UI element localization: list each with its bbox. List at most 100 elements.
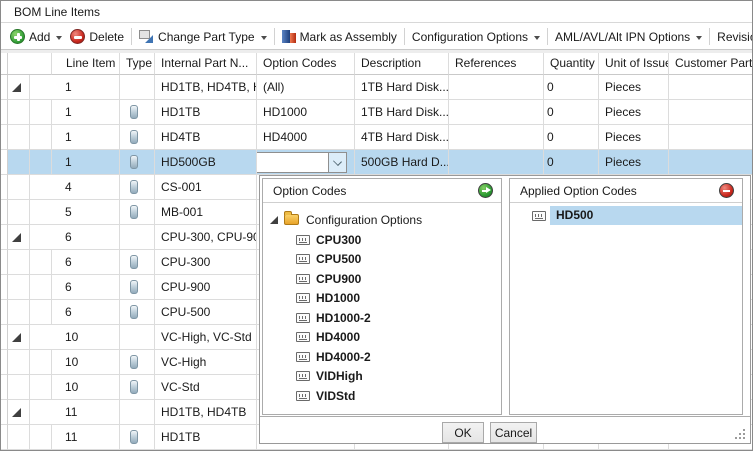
part-icon [130, 205, 138, 219]
ok-button[interactable]: OK [442, 422, 484, 443]
column-header-type[interactable]: Type [120, 53, 155, 75]
tree-item-label: HD4000-2 [316, 350, 371, 364]
toolbar-button-label: Change Part Type [158, 30, 255, 44]
cell-type [120, 400, 155, 425]
cell-type [120, 425, 155, 450]
tree-item-cpu900[interactable]: CPU900 [263, 269, 501, 289]
option-codes-combobox[interactable] [257, 152, 347, 173]
toolbar-separator [547, 28, 548, 45]
cell-line-item: 5 [52, 200, 120, 225]
cell-type [120, 325, 155, 350]
tree-item-cpu300[interactable]: CPU300 [263, 230, 501, 250]
column-header-unit-of-issue[interactable]: Unit of Issue [599, 53, 669, 75]
resize-grip[interactable] [735, 429, 746, 440]
apply-option-code-button[interactable] [478, 183, 493, 198]
tree-item-label: VIDHigh [316, 369, 363, 383]
tree-item-hd1000[interactable]: HD1000 [263, 289, 501, 309]
column-header-line-item[interactable]: Line Item [52, 53, 120, 75]
cell-line-item: 1 [52, 125, 120, 150]
option-code-icon [296, 235, 310, 245]
cell-internal-part: CPU-300 [155, 250, 257, 275]
cell-quantity: 0 [544, 75, 599, 100]
row-expander-icon[interactable] [12, 333, 21, 342]
tree-item-hd1000-2[interactable]: HD1000-2 [263, 308, 501, 328]
tree-item-label: CPU500 [316, 252, 361, 266]
cell-line-item: 6 [52, 300, 120, 325]
toolbar-button-add[interactable]: Add [6, 26, 66, 48]
row-gutter [1, 400, 8, 425]
cell-internal-part: HD1TB, HD4TB [155, 400, 257, 425]
column-header-description[interactable]: Description [355, 53, 449, 75]
cell-internal-part: CPU-900 [155, 275, 257, 300]
row-gutter [1, 375, 8, 400]
table-row-1[interactable]: 1 HD1TB, HD4TB, H (All) 1TB Hard Disk...… [1, 75, 753, 100]
toolbar-button-aml-avl-alt-ipn-options[interactable]: AML/AVL/Alt IPN Options [551, 26, 706, 48]
row-gutter [1, 275, 8, 300]
tree-item-vidstd[interactable]: VIDStd [263, 386, 501, 406]
table-row-2[interactable]: 1 HD1TB HD1000 1TB Hard Disk... 0 Pieces [1, 100, 753, 125]
toolbar-button-configuration-options[interactable]: Configuration Options [408, 26, 544, 48]
column-header-option-codes[interactable]: Option Codes [257, 53, 355, 75]
row-expander-icon[interactable] [12, 233, 21, 242]
toolbar-button-label: Delete [89, 30, 124, 44]
cell-type [120, 100, 155, 125]
part-icon [130, 155, 138, 169]
option-code-icon [296, 371, 310, 381]
tree-item-vidhigh[interactable]: VIDHigh [263, 367, 501, 387]
toolbar-button-delete[interactable]: Delete [66, 26, 128, 48]
tree-item-hd4000[interactable]: HD4000 [263, 328, 501, 348]
column-header-references[interactable]: References [449, 53, 544, 75]
row-gutter [1, 425, 8, 450]
tree-item-label: HD4000 [316, 330, 360, 344]
column-header-internal-part[interactable]: Internal Part N... [155, 53, 257, 75]
cell-description: 1TB Hard Disk... [355, 75, 449, 100]
tree-node-configuration-options[interactable]: Configuration Options [263, 209, 501, 230]
column-header-customer-part[interactable]: Customer Part [669, 53, 753, 75]
cell-type [120, 75, 155, 100]
cell-customer-part [669, 100, 753, 125]
cell-customer-part [669, 150, 753, 175]
row-expander-icon[interactable] [12, 83, 21, 92]
part-icon [130, 130, 138, 144]
toolbar-separator [709, 28, 710, 45]
toolbar-button-label: AML/AVL/Alt IPN Options [555, 30, 690, 44]
toolbar-button-label: Mark as Assembly [300, 30, 397, 44]
tree-item-hd4000-2[interactable]: HD4000-2 [263, 347, 501, 367]
table-row-3[interactable]: 1 HD4TB HD4000 4TB Hard Disk... 0 Pieces [1, 125, 753, 150]
part-icon [130, 180, 138, 194]
cell-line-item: 11 [52, 425, 120, 450]
cell-line-item: 1 [52, 100, 120, 125]
tree-item-cpu500[interactable]: CPU500 [263, 250, 501, 270]
table-row-4[interactable]: 1 HD500GB 500GB Hard D... 0 Pieces [1, 150, 753, 175]
combobox-dropdown-button[interactable] [328, 153, 346, 172]
cell-internal-part: CPU-300, CPU-90 [155, 225, 257, 250]
cell-type [120, 375, 155, 400]
dropdown-caret-icon [534, 36, 540, 40]
applied-option-code-hd500[interactable]: HD500 [510, 206, 742, 225]
cell-line-item: 10 [52, 350, 120, 375]
cell-references [449, 125, 544, 150]
toolbar-button-revision-op[interactable]: Revision Op [713, 26, 752, 48]
tree-expander-icon[interactable] [270, 216, 278, 224]
row-gutter [1, 350, 8, 375]
row-expander-icon[interactable] [12, 408, 21, 417]
row-gutter [1, 300, 8, 325]
row-gutter [1, 225, 8, 250]
row-gutter [1, 125, 8, 150]
part-icon [130, 255, 138, 269]
cancel-button[interactable]: Cancel [490, 422, 537, 443]
option-code-icon [296, 313, 310, 323]
option-code-icon [296, 391, 310, 401]
toolbar-button-change-part-type[interactable]: Change Part Type [135, 26, 271, 48]
tree-item-label: HD1000-2 [316, 311, 371, 325]
option-code-icon [296, 274, 310, 284]
toolbar: Add Delete Change Part Type Mark as Asse… [1, 24, 752, 49]
cell-type [120, 250, 155, 275]
option-code-icon [296, 293, 310, 303]
cell-internal-part: CPU-500 [155, 300, 257, 325]
column-header-quantity[interactable]: Quantity [544, 53, 599, 75]
combobox-value[interactable] [257, 153, 328, 172]
toolbar-button-mark-as-assembly[interactable]: Mark as Assembly [278, 26, 401, 48]
remove-option-code-button[interactable] [719, 183, 734, 198]
row-gutter [1, 325, 8, 350]
